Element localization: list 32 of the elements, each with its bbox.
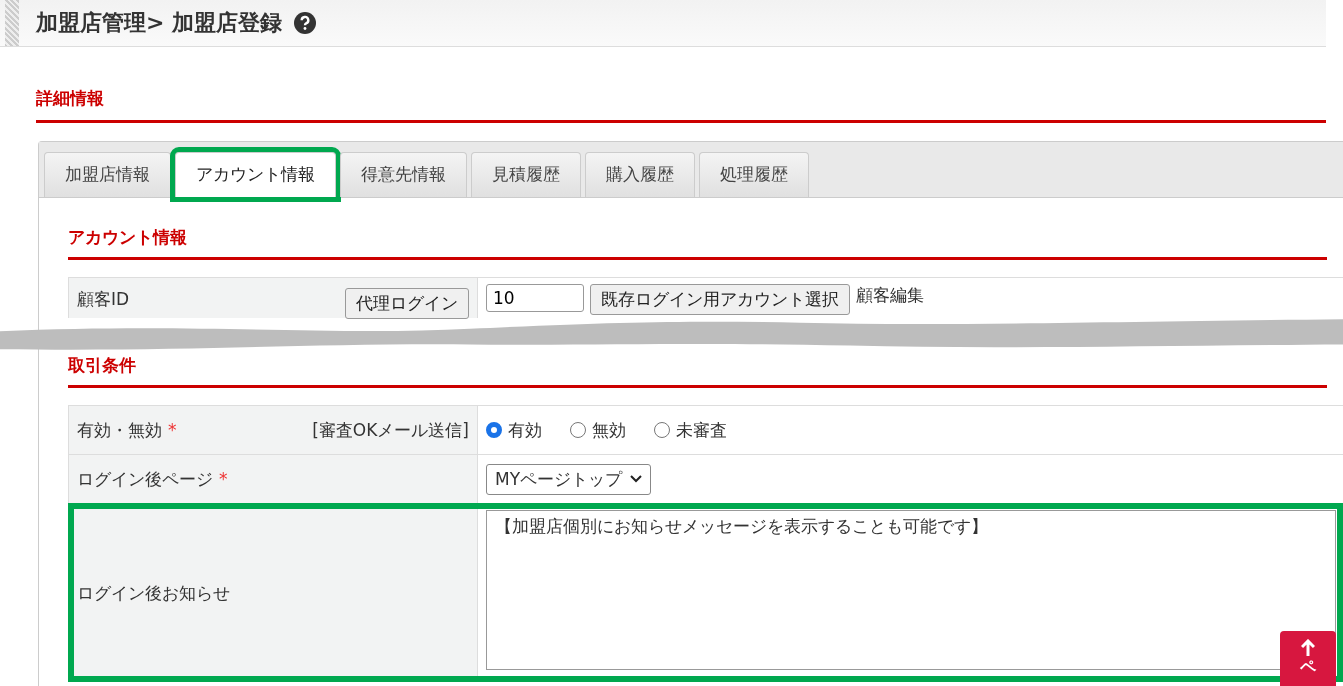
radio-button[interactable] xyxy=(570,422,586,438)
tab[interactable]: 加盟店情報 xyxy=(44,152,171,197)
field-label: 顧客ID xyxy=(77,288,130,311)
page-top-button[interactable]: ペ xyxy=(1280,631,1336,686)
required-mark: * xyxy=(168,420,177,440)
radio-button[interactable] xyxy=(486,422,502,438)
hatch-strip xyxy=(5,0,19,46)
tab[interactable]: 見積履歴 xyxy=(471,152,581,197)
subsection-title: 取引条件 xyxy=(68,355,136,375)
field-label: ログイン後お知らせ xyxy=(77,581,230,605)
radio-button[interactable] xyxy=(654,422,670,438)
page-title: 加盟店管理> 加盟店登録 xyxy=(36,9,283,37)
chevron-down-icon xyxy=(630,475,643,483)
subsection-title: アカウント情報 xyxy=(68,227,187,247)
section-title: 詳細情報 xyxy=(36,88,104,108)
proxy-login-button[interactable]: 代理ログイン xyxy=(345,288,469,319)
required-mark: * xyxy=(219,469,228,489)
select-account-button[interactable]: 既存ログイン用アカウント選択 xyxy=(590,284,850,315)
dropdown[interactable]: MYページトップ xyxy=(486,463,652,495)
option-label: 有効 xyxy=(508,418,542,442)
tab[interactable]: 購入履歴 xyxy=(585,152,695,197)
note-text: [審査OKメール送信] xyxy=(312,418,469,442)
customer-edit-link[interactable]: 顧客編集 xyxy=(856,284,924,307)
tab[interactable]: 処理履歴 xyxy=(699,152,809,197)
option-label: 無効 xyxy=(592,418,626,442)
up-arrow-icon xyxy=(1301,639,1315,657)
option-label: 未審査 xyxy=(676,418,727,442)
help-icon[interactable] xyxy=(294,12,317,34)
customer-id-field[interactable]: 10 xyxy=(486,284,584,312)
tab[interactable]: 得意先情報 xyxy=(340,152,467,197)
field-label: 有効・無効 xyxy=(77,418,162,442)
field-label: ログイン後ページ xyxy=(77,467,213,491)
